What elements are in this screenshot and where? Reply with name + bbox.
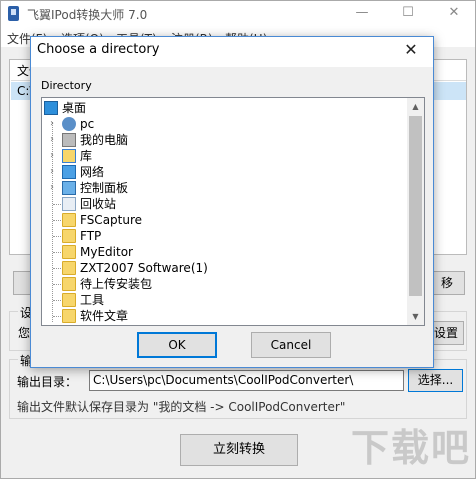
control-panel-icon — [62, 181, 76, 195]
minimize-button[interactable]: — — [339, 1, 385, 27]
directory-tree[interactable]: ▲ ▼ 桌面 › pc › 我的电脑 › 库 › 网络 › 控制面板 回收站 FSCapture FTP M… — [41, 97, 425, 326]
watermark-logo: 下载吧 — [351, 426, 472, 470]
tree-connector — [53, 252, 61, 253]
tree-item[interactable]: ZXT2007 Software(1) — [42, 260, 402, 276]
monitor-icon — [44, 101, 58, 115]
tree-item-label: 网络 — [80, 165, 105, 179]
tree-item[interactable]: › pc — [42, 116, 402, 132]
tree-connector — [53, 204, 61, 205]
scroll-down-icon[interactable]: ▼ — [407, 308, 424, 325]
tree-connector — [53, 300, 61, 301]
tree-item[interactable]: 工具 — [42, 292, 402, 308]
user-icon — [62, 117, 76, 131]
tree-item-label: pc — [80, 117, 95, 131]
expand-chevron-icon[interactable]: › — [46, 132, 58, 148]
tree-item-label: ZXT2007 Software(1) — [80, 261, 208, 275]
move-button[interactable]: 移 — [429, 271, 465, 295]
tree-item-label: MyEditor — [80, 245, 133, 259]
tree-item[interactable]: › 我的电脑 — [42, 132, 402, 148]
tree-item-label: FTP — [80, 229, 102, 243]
tree-connector — [53, 236, 61, 237]
tree-item-label: FSCapture — [80, 213, 143, 227]
tree-item-label: 控制面板 — [80, 181, 129, 195]
tree-item[interactable]: › 库 — [42, 148, 402, 164]
tree-item-label: 待上传安装包 — [80, 277, 153, 291]
tree-item-label: 回收站 — [80, 197, 117, 211]
output-dir-input[interactable]: C:\Users\pc\Documents\CoolIPodConverter\ — [89, 370, 404, 391]
tree-item[interactable]: 软件文章 — [42, 308, 402, 324]
tree-scrollbar[interactable]: ▲ ▼ — [407, 98, 424, 325]
folder-icon — [62, 229, 76, 243]
folder-icon — [62, 309, 76, 323]
settings-text: 您 — [18, 326, 31, 340]
tree-item-label: 库 — [80, 149, 93, 163]
app-icon — [8, 6, 19, 21]
maximize-button[interactable]: ☐ — [385, 1, 431, 27]
scroll-up-icon[interactable]: ▲ — [407, 98, 424, 115]
tree-connector — [53, 284, 61, 285]
window-title: 飞翼IPod转换大师 7.0 — [27, 8, 148, 22]
tree-item[interactable]: 待上传安装包 — [42, 276, 402, 292]
default-dir-note: 输出文件默认保存目录为 "我的文档 -> CoolIPodConverter" — [17, 400, 346, 414]
folder-icon — [62, 261, 76, 275]
recycle-bin-icon — [62, 197, 76, 211]
tree-item[interactable]: MyEditor — [42, 244, 402, 260]
tree-item[interactable]: › 网络 — [42, 164, 402, 180]
browse-button[interactable]: 选择... — [408, 369, 463, 392]
directory-label: Directory — [41, 79, 92, 92]
expand-chevron-icon[interactable]: › — [46, 116, 58, 132]
folder-icon — [62, 245, 76, 259]
computer-icon — [62, 133, 76, 147]
dialog-close-button[interactable]: ✕ — [391, 37, 431, 63]
library-icon — [62, 149, 76, 163]
tree-item[interactable]: FSCapture — [42, 212, 402, 228]
expand-chevron-icon[interactable]: › — [46, 180, 58, 196]
ok-button[interactable]: OK — [137, 332, 217, 358]
tree-item[interactable]: › 控制面板 — [42, 180, 402, 196]
convert-button[interactable]: 立刻转换 — [180, 434, 298, 466]
choose-directory-dialog: Choose a directory ✕ Directory ▲ ▼ 桌面 › pc… — [30, 36, 434, 368]
expand-chevron-icon[interactable]: › — [46, 164, 58, 180]
expand-chevron-icon[interactable]: › — [46, 148, 58, 164]
tree-connector — [53, 316, 61, 317]
tree-item-label: 软件文章 — [80, 309, 129, 323]
folder-icon — [62, 213, 76, 227]
cancel-button[interactable]: Cancel — [251, 332, 331, 358]
tree-connector — [53, 268, 61, 269]
dialog-title: Choose a directory — [37, 42, 160, 57]
scroll-thumb[interactable] — [409, 116, 422, 296]
tree-item[interactable]: 桌面 — [42, 100, 402, 116]
tree-item[interactable]: 回收站 — [42, 196, 402, 212]
folder-icon — [62, 277, 76, 291]
tree-item-label: 我的电脑 — [80, 133, 129, 147]
title-bar: 飞翼IPod转换大师 7.0 — ☐ ✕ — [1, 1, 475, 27]
tree-item-label: 桌面 — [62, 101, 87, 115]
tree-item[interactable]: FTP — [42, 228, 402, 244]
output-dir-label: 输出目录： — [17, 375, 78, 389]
tree-item-label: 工具 — [80, 293, 105, 307]
tree-connector — [53, 220, 61, 221]
network-icon — [62, 165, 76, 179]
dialog-body: Directory ▲ ▼ 桌面 › pc › 我的电脑 › 库 › 网络 › 控制面板 回收站 FSC… — [31, 67, 433, 367]
close-button[interactable]: ✕ — [431, 1, 476, 27]
folder-icon — [62, 293, 76, 307]
